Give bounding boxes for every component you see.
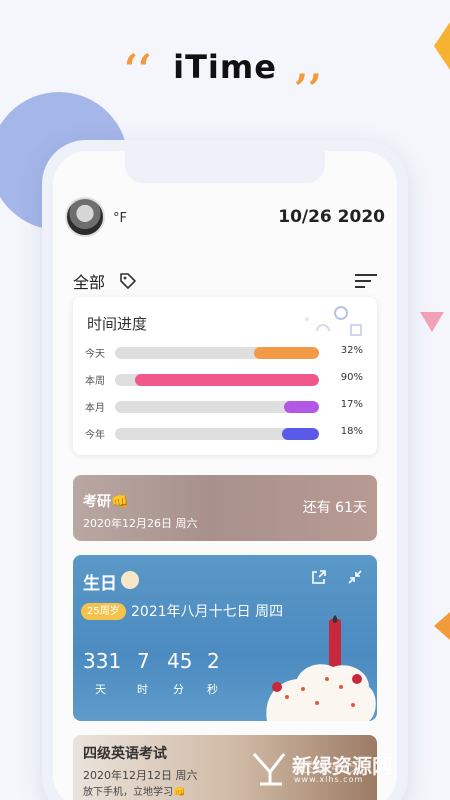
cupcake-image	[266, 615, 376, 721]
progress-row-label: 本月	[85, 403, 105, 414]
progress-percent: 90%	[340, 372, 363, 383]
quote-close-mark: ’’	[294, 66, 322, 113]
top-bar: °F 10/26 2020	[65, 197, 385, 239]
decorative-triangle-pink	[420, 312, 444, 332]
progress-track	[115, 374, 319, 386]
watermark-subtext: www.xlhs.com	[294, 775, 364, 784]
progress-fill	[253, 347, 319, 359]
countdown-minutes: 45	[167, 649, 193, 673]
category-filter-label[interactable]: 全部	[73, 269, 105, 293]
event-title: 四级英语考试	[83, 746, 167, 762]
progress-track	[115, 347, 319, 359]
app-brand-title: iTime	[173, 48, 277, 86]
share-icon[interactable]	[311, 569, 327, 585]
progress-percent: 32%	[340, 345, 363, 356]
event-title: 考研👊	[83, 494, 129, 510]
progress-percent: 18%	[340, 426, 363, 437]
progress-row-label: 本周	[85, 376, 105, 387]
progress-row-label: 今年	[85, 430, 105, 441]
decorative-shapes-icon	[305, 306, 362, 336]
progress-row-label: 今天	[85, 349, 105, 360]
countdown-minutes-unit: 分	[173, 683, 184, 696]
temperature-unit: °F	[113, 211, 127, 226]
event-remaining: 还有 61天	[302, 500, 367, 516]
progress-row-week: 本周 90%	[85, 372, 363, 387]
event-title: 生日	[83, 574, 117, 594]
sort-menu-icon[interactable]	[355, 273, 377, 289]
avatar[interactable]	[65, 197, 105, 237]
countdown-seconds-unit: 秒	[207, 683, 218, 696]
decorative-triangle-orange	[434, 612, 450, 640]
countdown-days-unit: 天	[95, 683, 106, 696]
progress-track	[115, 428, 319, 440]
watermark-logo-icon	[252, 753, 286, 786]
event-date: 2020年12月26日 周六	[83, 517, 198, 530]
time-progress-card[interactable]: 时间进度 今天 32% 本周 90% 本月 17% 今年 18%	[73, 297, 377, 455]
collapse-icon[interactable]	[347, 569, 363, 585]
filter-row: 全部	[73, 269, 377, 293]
progress-row-month: 本月 17%	[85, 399, 363, 414]
age-badge: 25周岁	[81, 603, 126, 620]
countdown-hours: 7	[137, 649, 150, 673]
progress-row-year: 今年 18%	[85, 426, 363, 441]
event-date: 2020年12月12日 周六	[83, 769, 198, 782]
event-card-birthday[interactable]: 生日 25周岁 2021年八月十七日 周四 331 天 7 时 45 分 2 秒	[73, 555, 377, 721]
event-card-exam[interactable]: 考研👊 2020年12月26日 周六 还有 61天	[73, 475, 377, 541]
site-watermark: 新绿资源网 www.xlhs.com	[250, 748, 430, 790]
event-note: 放下手机，立地学习👊	[83, 787, 186, 798]
progress-fill	[135, 374, 319, 386]
progress-fill	[282, 428, 319, 440]
countdown-seconds: 2	[207, 649, 220, 673]
current-date: 10/26 2020	[278, 207, 385, 227]
countdown-hours-unit: 时	[137, 683, 148, 696]
phone-frame: °F 10/26 2020 全部 时间进度 今天 32% 本周 90% 本月 1…	[42, 140, 408, 800]
phone-notch	[125, 151, 325, 183]
progress-row-today: 今天 32%	[85, 345, 363, 360]
progress-track	[115, 401, 319, 413]
progress-fill	[284, 401, 319, 413]
progress-percent: 17%	[340, 399, 363, 410]
cake-emoji-icon	[121, 571, 139, 589]
progress-card-title: 时间进度	[87, 315, 148, 333]
countdown-days: 331	[83, 649, 122, 673]
phone-screen: °F 10/26 2020 全部 时间进度 今天 32% 本周 90% 本月 1…	[53, 151, 397, 800]
tag-icon[interactable]	[119, 272, 137, 290]
